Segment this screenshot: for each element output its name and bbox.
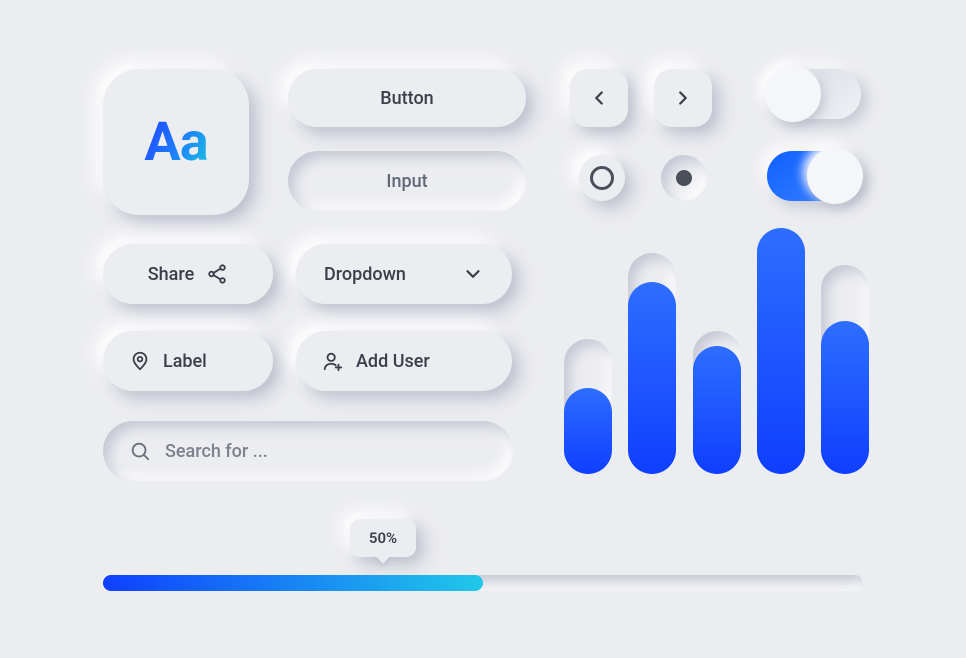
chart-bar-fill: [757, 228, 805, 474]
toggle-switch-off[interactable]: [767, 69, 861, 119]
radio-checked[interactable]: [661, 155, 707, 201]
add-user-button[interactable]: Add User: [296, 331, 512, 391]
search-input[interactable]: Search for ...: [103, 421, 513, 481]
share-label: Share: [148, 264, 194, 285]
chevron-left-icon: [588, 87, 610, 109]
slider-tooltip: 50%: [350, 519, 416, 557]
search-placeholder: Search for ...: [165, 441, 268, 462]
chevron-down-icon: [462, 263, 484, 285]
radio-ring-icon: [590, 166, 614, 190]
chart-bar: [821, 265, 869, 474]
typography-sample: Aa: [144, 111, 207, 174]
primary-button[interactable]: Button: [288, 69, 526, 127]
search-icon: [129, 440, 151, 462]
next-button[interactable]: [654, 69, 712, 127]
primary-button-label: Button: [380, 88, 433, 109]
text-input[interactable]: Input: [288, 151, 526, 211]
slider-value: 50%: [369, 529, 397, 547]
chevron-right-icon: [672, 87, 694, 109]
chart-bar-fill: [693, 346, 741, 474]
dropdown-label: Dropdown: [324, 264, 406, 285]
chart-bar: [628, 253, 676, 474]
slider-fill: [103, 575, 483, 591]
label-text: Label: [163, 351, 207, 372]
chart-bar: [757, 228, 805, 474]
chart-bar: [564, 339, 612, 474]
share-button[interactable]: Share: [103, 244, 273, 304]
typography-tile[interactable]: Aa: [103, 69, 249, 215]
label-button[interactable]: Label: [103, 331, 273, 391]
radio-unchecked[interactable]: [579, 155, 625, 201]
radio-dot-icon: [676, 170, 692, 186]
share-icon: [206, 263, 228, 285]
toggle-switch-on[interactable]: [767, 151, 861, 201]
chart-bar-fill: [564, 388, 612, 474]
bar-chart: [564, 228, 869, 474]
add-user-icon: [322, 350, 344, 372]
dropdown-select[interactable]: Dropdown: [296, 244, 512, 304]
text-input-label: Input: [386, 171, 427, 192]
toggle-knob: [807, 148, 863, 204]
add-user-label: Add User: [356, 351, 430, 372]
previous-button[interactable]: [570, 69, 628, 127]
chart-bar-fill: [628, 282, 676, 474]
location-pin-icon: [129, 350, 151, 372]
chart-bar-fill: [821, 321, 869, 474]
toggle-knob: [765, 66, 821, 122]
chart-bar: [693, 331, 741, 474]
